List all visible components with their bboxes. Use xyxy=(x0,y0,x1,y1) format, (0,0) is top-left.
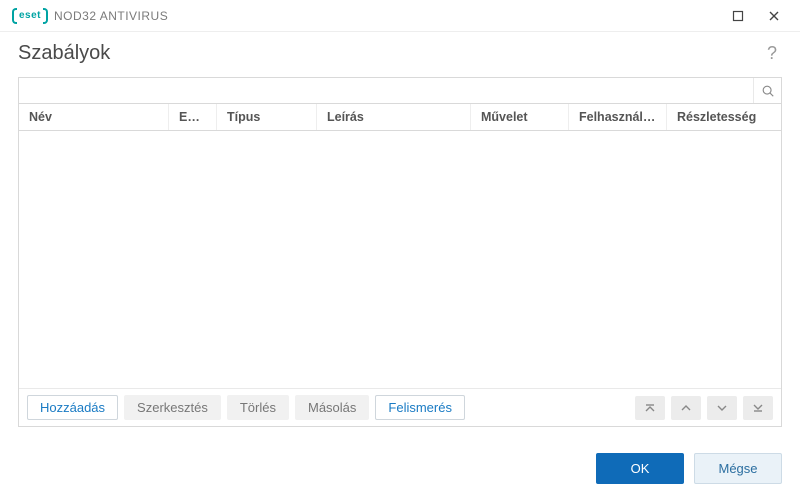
cancel-button[interactable]: Mégse xyxy=(694,453,782,484)
col-description[interactable]: Leírás xyxy=(317,104,471,130)
page-title: Szabályok xyxy=(18,42,110,65)
col-name[interactable]: Név xyxy=(19,104,169,130)
maximize-icon xyxy=(732,10,744,22)
brand-logo-text: eset xyxy=(17,10,43,21)
move-top-button xyxy=(635,396,665,420)
col-type[interactable]: Típus xyxy=(217,104,317,130)
move-up-button xyxy=(671,396,701,420)
window-maximize-button[interactable] xyxy=(720,2,756,30)
window-close-button[interactable] xyxy=(756,2,792,30)
move-bottom-button xyxy=(743,396,773,420)
col-detail[interactable]: Részletesség xyxy=(667,104,781,130)
ok-button[interactable]: OK xyxy=(596,453,684,484)
detect-button[interactable]: Felismerés xyxy=(375,395,465,420)
product-name: NOD32 ANTIVIRUS xyxy=(54,9,168,23)
move-down-button xyxy=(707,396,737,420)
search-input[interactable] xyxy=(19,78,753,103)
rules-card: Név Enge... Típus Leírás Művelet Felhasz… xyxy=(18,77,782,427)
col-users[interactable]: Felhasználók xyxy=(569,104,667,130)
chevron-bottom-icon xyxy=(752,402,764,414)
chevron-up-icon xyxy=(680,402,692,414)
search-button[interactable] xyxy=(753,78,781,103)
search-row xyxy=(19,78,781,104)
chevron-top-icon xyxy=(644,402,656,414)
edit-button: Szerkesztés xyxy=(124,395,221,420)
actions-row: Hozzáadás Szerkesztés Törlés Másolás Fel… xyxy=(19,388,781,426)
col-enabled[interactable]: Enge... xyxy=(169,104,217,130)
page-heading: Szabályok ? xyxy=(0,32,800,77)
col-action[interactable]: Művelet xyxy=(471,104,569,130)
brand-logo: eset xyxy=(12,8,48,24)
table-body xyxy=(19,131,781,388)
brand: eset NOD32 ANTIVIRUS xyxy=(12,8,168,24)
search-icon xyxy=(761,84,775,98)
dialog-footer: OK Mégse xyxy=(0,439,800,500)
help-button[interactable]: ? xyxy=(762,43,782,64)
add-button[interactable]: Hozzáadás xyxy=(27,395,118,420)
copy-button: Másolás xyxy=(295,395,369,420)
delete-button: Törlés xyxy=(227,395,289,420)
titlebar: eset NOD32 ANTIVIRUS xyxy=(0,0,800,32)
content: Név Enge... Típus Leírás Művelet Felhasz… xyxy=(0,77,800,439)
chevron-down-icon xyxy=(716,402,728,414)
close-icon xyxy=(768,10,780,22)
table-header: Név Enge... Típus Leírás Művelet Felhasz… xyxy=(19,104,781,131)
help-icon: ? xyxy=(767,43,777,63)
